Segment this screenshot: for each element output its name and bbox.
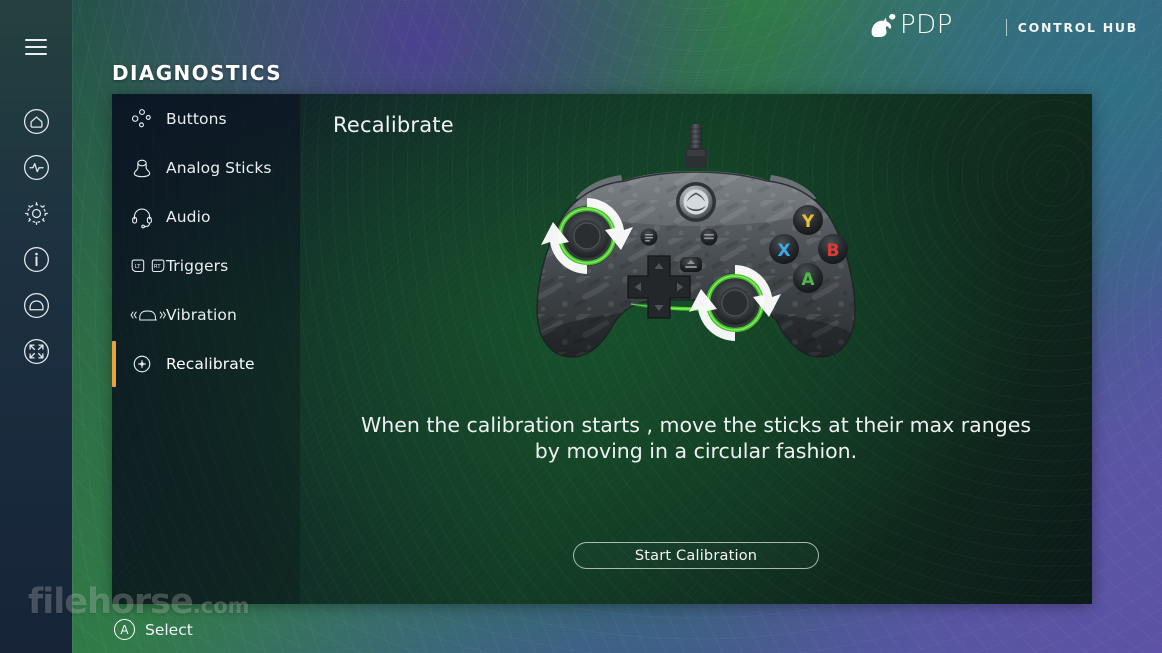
rail-icon-list	[0, 98, 72, 374]
content-title: Recalibrate	[333, 113, 454, 137]
hamburger-line	[25, 53, 47, 55]
hamburger-menu-icon[interactable]	[25, 39, 47, 55]
pdp-wordmark: PDP	[900, 10, 995, 43]
start-calibration-button[interactable]: Start Calibration	[573, 542, 819, 569]
menu-item-recalibrate[interactable]: Recalibrate	[112, 339, 300, 388]
rail-item-collapse[interactable]	[0, 328, 72, 374]
face-button-y: Y	[793, 205, 823, 235]
recalibrate-icon	[130, 352, 166, 376]
left-icon-rail	[0, 0, 72, 653]
brand-subtitle: CONTROL HUB	[1017, 20, 1138, 35]
menu-item-label: Audio	[166, 207, 211, 226]
brand-separator	[1005, 19, 1007, 36]
triggers-icon: LT RT	[130, 255, 166, 277]
xbox-controller-image: Y X B A	[481, 124, 911, 414]
headset-icon	[130, 205, 166, 229]
diagnostics-panel: Buttons Analog Sticks Audio LT RT Trigge…	[112, 94, 1092, 604]
svg-text:B: B	[827, 241, 840, 261]
brand-header: PDP CONTROL HUB	[870, 10, 1138, 43]
rail-item-settings[interactable]	[0, 190, 72, 236]
svg-text:Y: Y	[801, 212, 815, 232]
rail-item-home[interactable]	[0, 98, 72, 144]
info-icon	[23, 246, 50, 273]
instruction-text: When the calibration starts , move the s…	[356, 412, 1036, 464]
menu-item-label: Analog Sticks	[166, 158, 272, 177]
hint-label: Select	[145, 620, 193, 639]
menu-item-label: Vibration	[166, 305, 237, 324]
page-title: DIAGNOSTICS	[112, 61, 283, 85]
rail-item-info[interactable]	[0, 236, 72, 282]
buttons-icon	[130, 107, 166, 131]
svg-text:X: X	[777, 241, 790, 261]
activity-icon	[23, 154, 50, 181]
collapse-icon	[23, 338, 50, 365]
menu-item-label: Triggers	[166, 256, 229, 275]
app-window: PDP CONTROL HUB DIAGNOSTICS Buttons Anal…	[0, 0, 1162, 653]
face-button-b: B	[818, 234, 848, 264]
menu-item-triggers[interactable]: LT RT Triggers	[112, 241, 300, 290]
vibration-icon	[130, 304, 166, 326]
diagnostics-menu: Buttons Analog Sticks Audio LT RT Trigge…	[112, 94, 300, 604]
menu-item-buttons[interactable]: Buttons	[112, 94, 300, 143]
menu-item-label: Recalibrate	[166, 354, 255, 373]
pdp-logo: PDP	[870, 10, 995, 43]
face-button-x: X	[769, 234, 799, 264]
svg-text:LT: LT	[135, 264, 141, 270]
menu-item-audio[interactable]: Audio	[112, 192, 300, 241]
face-button-a: A	[793, 263, 823, 293]
recalibrate-content: Recalibrate Y X B A When the calibration…	[300, 94, 1092, 604]
svg-text:A: A	[801, 270, 815, 290]
home-icon	[23, 108, 50, 135]
pdp-dog-mark-icon	[870, 13, 897, 43]
a-button-badge: A	[114, 619, 135, 640]
menu-item-label: Buttons	[166, 109, 227, 128]
gear-icon	[23, 200, 50, 227]
hamburger-line	[25, 39, 47, 41]
menu-item-vibration[interactable]: Vibration	[112, 290, 300, 339]
hamburger-line	[25, 46, 47, 48]
rail-item-activity[interactable]	[0, 144, 72, 190]
rail-item-devices[interactable]	[0, 282, 72, 328]
menu-item-analog-sticks[interactable]: Analog Sticks	[112, 143, 300, 192]
svg-text:RT: RT	[154, 264, 161, 270]
instruction-line-2: by moving in a circular fashion.	[534, 439, 858, 463]
instruction-line-1: When the calibration starts , move the s…	[360, 413, 1032, 437]
stick-icon	[130, 156, 166, 180]
svg-text:PDP: PDP	[900, 12, 953, 38]
gamepad-icon	[23, 292, 50, 319]
footer-hint: A Select	[114, 619, 193, 640]
